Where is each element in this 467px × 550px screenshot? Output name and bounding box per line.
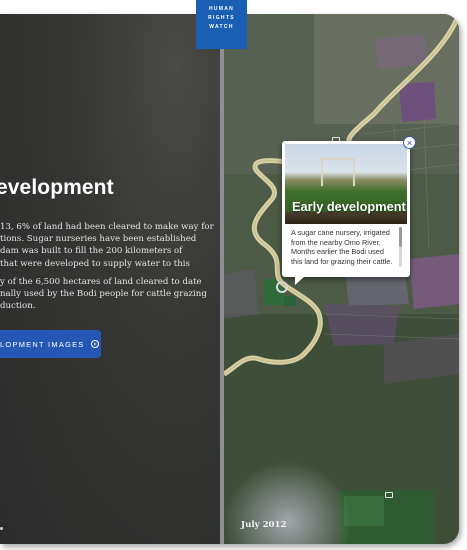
story-panel: evelopment 13, 6% of land had been clear… [0,14,220,544]
view-development-images-button[interactable]: LOPMENT IMAGES [0,330,101,358]
camera-icon[interactable] [385,492,393,498]
satellite-image [222,14,459,544]
bullet-dot [0,527,3,530]
logo-line-1: HUMAN [208,6,235,12]
cta-label: LOPMENT IMAGES [0,339,85,349]
irrigation-pipe [321,158,323,186]
story-heading: evelopment [0,176,114,199]
logo-line-2: RIGHTS [208,15,235,21]
popup-pointer [295,276,305,285]
irrigation-bar [321,158,355,160]
story-paragraph-2: y of the 6,500 hectares of land cleared … [0,277,207,312]
scrollbar-thumb[interactable] [399,227,402,247]
story-viewer: evelopment 13, 6% of land had been clear… [0,14,459,544]
popup-scrollbar[interactable] [399,227,402,267]
irrigation-pipe [353,158,355,186]
play-circle-icon [90,340,99,348]
image-date-label: July 2012 [241,520,287,530]
info-popup: Early development A sugar cane nursery, … [282,141,410,285]
map-marker-icon[interactable] [276,281,288,293]
satellite-map[interactable] [222,14,459,544]
story-paragraph-1: 13, 6% of land had been cleared to make … [0,222,214,269]
logo-line-3: WATCH [209,24,234,30]
popup-description: A sugar cane nursery, irrigated from the… [291,228,393,266]
close-icon[interactable]: × [403,136,416,149]
popup-title: Early development [292,199,406,214]
hrw-logo[interactable]: HUMAN RIGHTS WATCH [196,0,247,49]
